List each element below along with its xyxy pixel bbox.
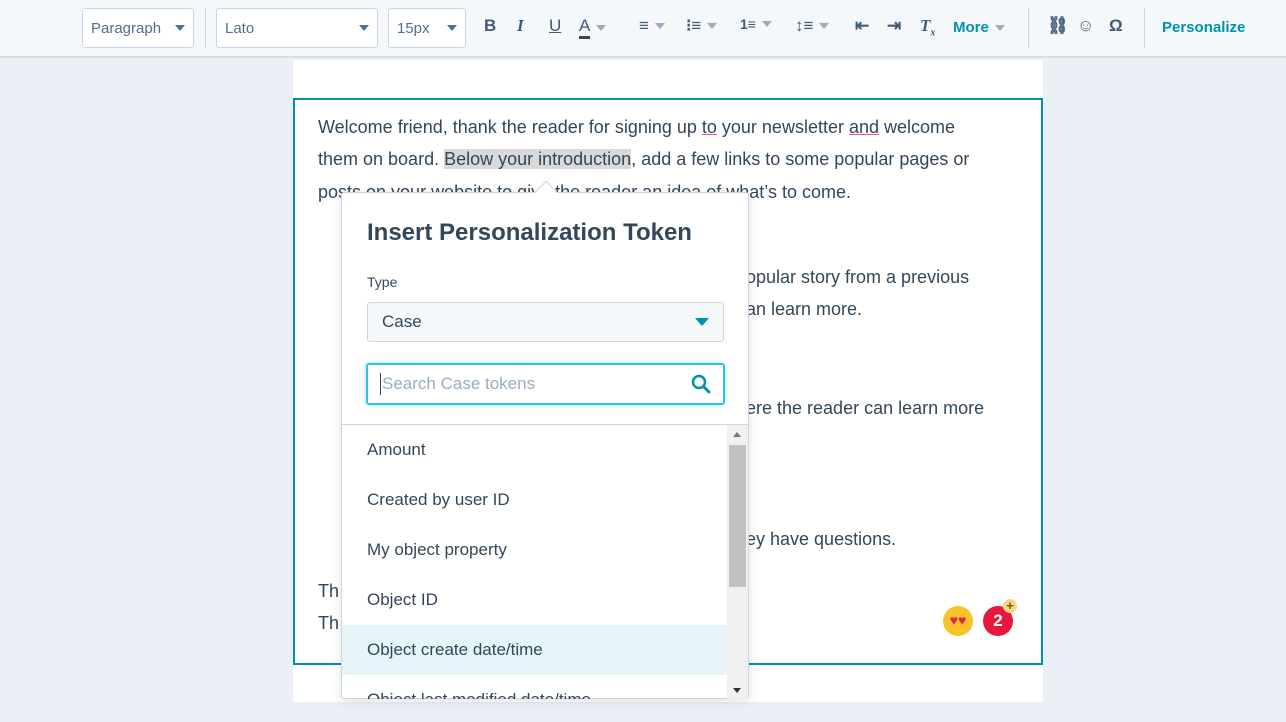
chevron-down-icon — [654, 23, 665, 29]
text-fragment: an learn more. — [746, 299, 863, 319]
block-format-value: Paragraph — [91, 19, 162, 37]
text-fragment: Th — [318, 581, 340, 601]
smiley-icon: ☺ — [1077, 16, 1095, 35]
token-item-created-by[interactable]: Created by user ID — [342, 475, 748, 525]
selected-text: Below your introduction — [444, 149, 632, 169]
token-item-object-last-modified[interactable]: Object last modified date/time — [342, 675, 748, 699]
search-placeholder: Search Case tokens — [382, 374, 536, 393]
chevron-down-icon — [994, 24, 1005, 31]
text-fragment: ere the reader can learn more — [746, 398, 985, 418]
text-line-2: them on board. Below your introduction, … — [318, 149, 970, 169]
personalize-button[interactable]: Personalize — [1162, 19, 1245, 36]
chevron-down-icon — [359, 25, 369, 31]
token-search-input[interactable]: Search Case tokens — [366, 363, 725, 405]
more-label: More — [953, 19, 989, 36]
more-button[interactable]: More — [953, 19, 1005, 36]
search-icon — [691, 374, 711, 394]
emoji-button[interactable]: ☺ — [1077, 16, 1094, 36]
block-format-select[interactable]: Paragraph — [82, 8, 194, 48]
chevron-down-icon — [695, 318, 709, 326]
font-size-select[interactable]: 15px — [388, 8, 466, 48]
chevron-down-icon — [175, 25, 185, 31]
font-size-value: 15px — [397, 19, 430, 37]
outdent-icon: ⇤ — [855, 16, 870, 35]
text-fragment: Th — [318, 613, 340, 633]
indent-icon: ⇥ — [887, 16, 902, 35]
chevron-down-icon — [707, 23, 718, 29]
italic-icon: I — [517, 16, 524, 35]
token-item-object-create-date[interactable]: Object create date/time — [342, 625, 727, 675]
scrollbar-thumb[interactable] — [729, 445, 746, 587]
bold-button[interactable]: B — [484, 16, 496, 36]
badge-count: 2 — [993, 611, 1003, 630]
special-character-button[interactable]: Ω — [1109, 16, 1123, 36]
align-button[interactable]: ≡ — [639, 16, 665, 36]
bullet-list-button[interactable]: ⁝≡ — [686, 16, 718, 36]
scrollbar[interactable] — [727, 425, 748, 699]
popover-title: Insert Personalization Token — [367, 219, 692, 246]
align-left-icon: ≡ — [639, 16, 649, 35]
heart-eyes-emoji-icon[interactable]: ♥♥ — [943, 606, 973, 636]
chevron-down-icon — [596, 24, 607, 31]
italic-button[interactable]: I — [517, 16, 524, 36]
numbered-list-button[interactable]: 1≡ — [740, 16, 772, 32]
token-item-object-id[interactable]: Object ID — [342, 575, 748, 625]
text-fragment: opular story from a previous — [746, 267, 970, 287]
clear-format-icon: Tx — [920, 16, 936, 39]
personalize-label: Personalize — [1162, 19, 1246, 36]
type-label: Type — [367, 274, 398, 290]
type-select[interactable]: Case — [367, 302, 724, 342]
divider — [205, 8, 206, 48]
chevron-down-icon — [819, 23, 830, 29]
scroll-up-icon[interactable] — [733, 432, 741, 437]
plus-icon[interactable]: + — [1003, 599, 1017, 613]
chevron-down-icon — [447, 25, 457, 31]
bold-icon: B — [484, 16, 497, 35]
chevron-down-icon — [761, 21, 772, 27]
divider — [1144, 8, 1145, 48]
link-icon: ⛓ — [1047, 16, 1069, 35]
line-height-icon: ↕≡ — [795, 16, 814, 35]
type-value: Case — [382, 312, 422, 331]
token-item-my-object-property[interactable]: My object property — [342, 525, 748, 575]
text-color-button[interactable]: A — [579, 16, 607, 39]
editor-toolbar: Paragraph Lato 15px B I U A ≡ ⁝≡ 1≡ ↕≡ ⇤… — [0, 0, 1286, 58]
omega-icon: Ω — [1109, 16, 1123, 35]
indent-button[interactable]: ⇥ — [887, 16, 901, 36]
text-color-icon: A — [579, 16, 591, 39]
divider — [1028, 8, 1029, 48]
font-value: Lato — [225, 19, 255, 37]
numbered-list-icon: 1≡ — [740, 16, 756, 32]
underline-button[interactable]: U — [549, 16, 561, 36]
font-select[interactable]: Lato — [216, 8, 378, 48]
line-height-button[interactable]: ↕≡ — [795, 16, 830, 36]
link-button[interactable]: ⛓ — [1047, 16, 1069, 36]
personalization-token-popover: Insert Personalization Token Type Case S… — [341, 180, 749, 699]
scroll-down-icon[interactable] — [733, 688, 741, 693]
text-line-1: Welcome friend, thank the reader for sig… — [318, 117, 956, 137]
token-list: Amount Created by user ID My object prop… — [342, 424, 748, 699]
text-fragment: ey have questions. — [746, 529, 897, 549]
underline-icon: U — [549, 16, 562, 35]
token-item-amount[interactable]: Amount — [342, 425, 748, 475]
clear-format-button[interactable]: Tx — [920, 16, 935, 38]
text-cursor — [380, 373, 381, 395]
bullet-list-icon: ⁝≡ — [686, 16, 702, 35]
outdent-button[interactable]: ⇤ — [855, 16, 869, 36]
